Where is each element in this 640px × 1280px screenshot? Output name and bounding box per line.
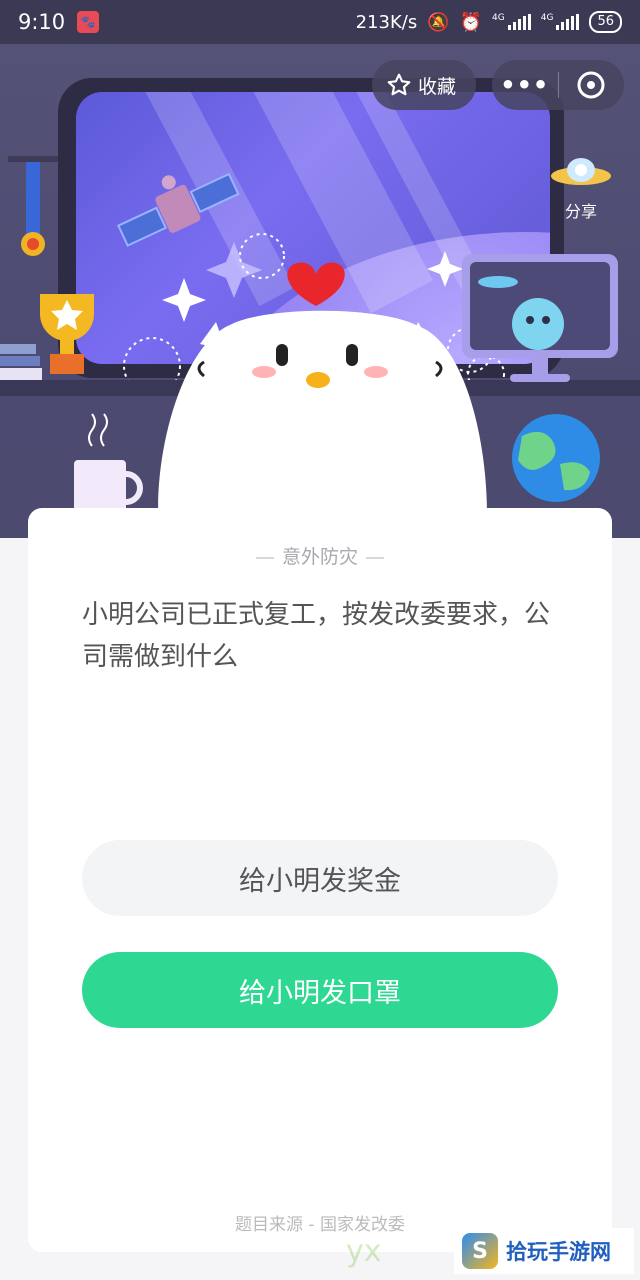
books-icon bbox=[0, 344, 42, 380]
watermark-faint: yx bbox=[346, 1234, 382, 1269]
answer-option-2[interactable]: 给小明发口罩 bbox=[82, 952, 558, 1028]
globe-icon bbox=[512, 414, 600, 502]
star-icon bbox=[387, 73, 411, 96]
share-button[interactable]: 分享 bbox=[548, 150, 614, 222]
category-label: 意外防灾 bbox=[281, 546, 358, 568]
signal-tag: 4G bbox=[540, 13, 554, 23]
mascot-chicken bbox=[158, 262, 487, 538]
signal-icon: 4G bbox=[492, 14, 531, 30]
status-time: 9:10 bbox=[18, 10, 66, 34]
mute-icon: 🔕 bbox=[427, 11, 450, 33]
category-dash-left bbox=[255, 556, 274, 559]
answer-option-1[interactable]: 给小明发奖金 bbox=[82, 840, 558, 916]
header-illustration bbox=[0, 44, 640, 538]
trophy-icon bbox=[40, 294, 94, 374]
more-button[interactable]: ••• bbox=[492, 71, 558, 99]
quiz-card: 意外防灾 小明公司已正式复工，按发改委要求，公司需做到什么 给小明发奖金 给小明… bbox=[28, 508, 612, 1252]
watermark-text: 拾玩手游网 bbox=[506, 1240, 611, 1264]
status-bar: 9:10 🐾 213K/s 🔕 ⏰ 4G 4G 56 bbox=[0, 0, 640, 44]
ufo-icon bbox=[551, 158, 611, 185]
share-label: 分享 bbox=[564, 202, 597, 221]
medal-icon bbox=[8, 156, 58, 256]
mug-icon bbox=[74, 413, 143, 516]
capsule-menu: ••• bbox=[492, 60, 624, 110]
question-text: 小明公司已正式复工，按发改委要求，公司需做到什么 bbox=[82, 600, 551, 672]
app-notification-icon: 🐾 bbox=[77, 11, 100, 33]
alarm-icon: ⏰ bbox=[459, 11, 483, 33]
close-icon bbox=[577, 71, 605, 99]
monitor-icon bbox=[462, 254, 618, 382]
signal-icon: 4G bbox=[541, 14, 580, 30]
favorite-label: 收藏 bbox=[418, 75, 457, 98]
scene-decorations bbox=[0, 156, 640, 538]
watermark-logo: S 拾玩手游网 bbox=[454, 1228, 634, 1274]
favorite-button[interactable]: 收藏 bbox=[372, 60, 476, 110]
close-button[interactable] bbox=[559, 70, 625, 100]
signal-tag: 4G bbox=[492, 13, 505, 23]
question-category: 意外防灾 bbox=[28, 542, 612, 569]
watermark-badge-icon: S bbox=[462, 1233, 498, 1269]
category-dash-right bbox=[366, 556, 384, 559]
net-speed: 213K/s bbox=[355, 11, 418, 33]
battery-indicator: 56 bbox=[589, 11, 622, 33]
